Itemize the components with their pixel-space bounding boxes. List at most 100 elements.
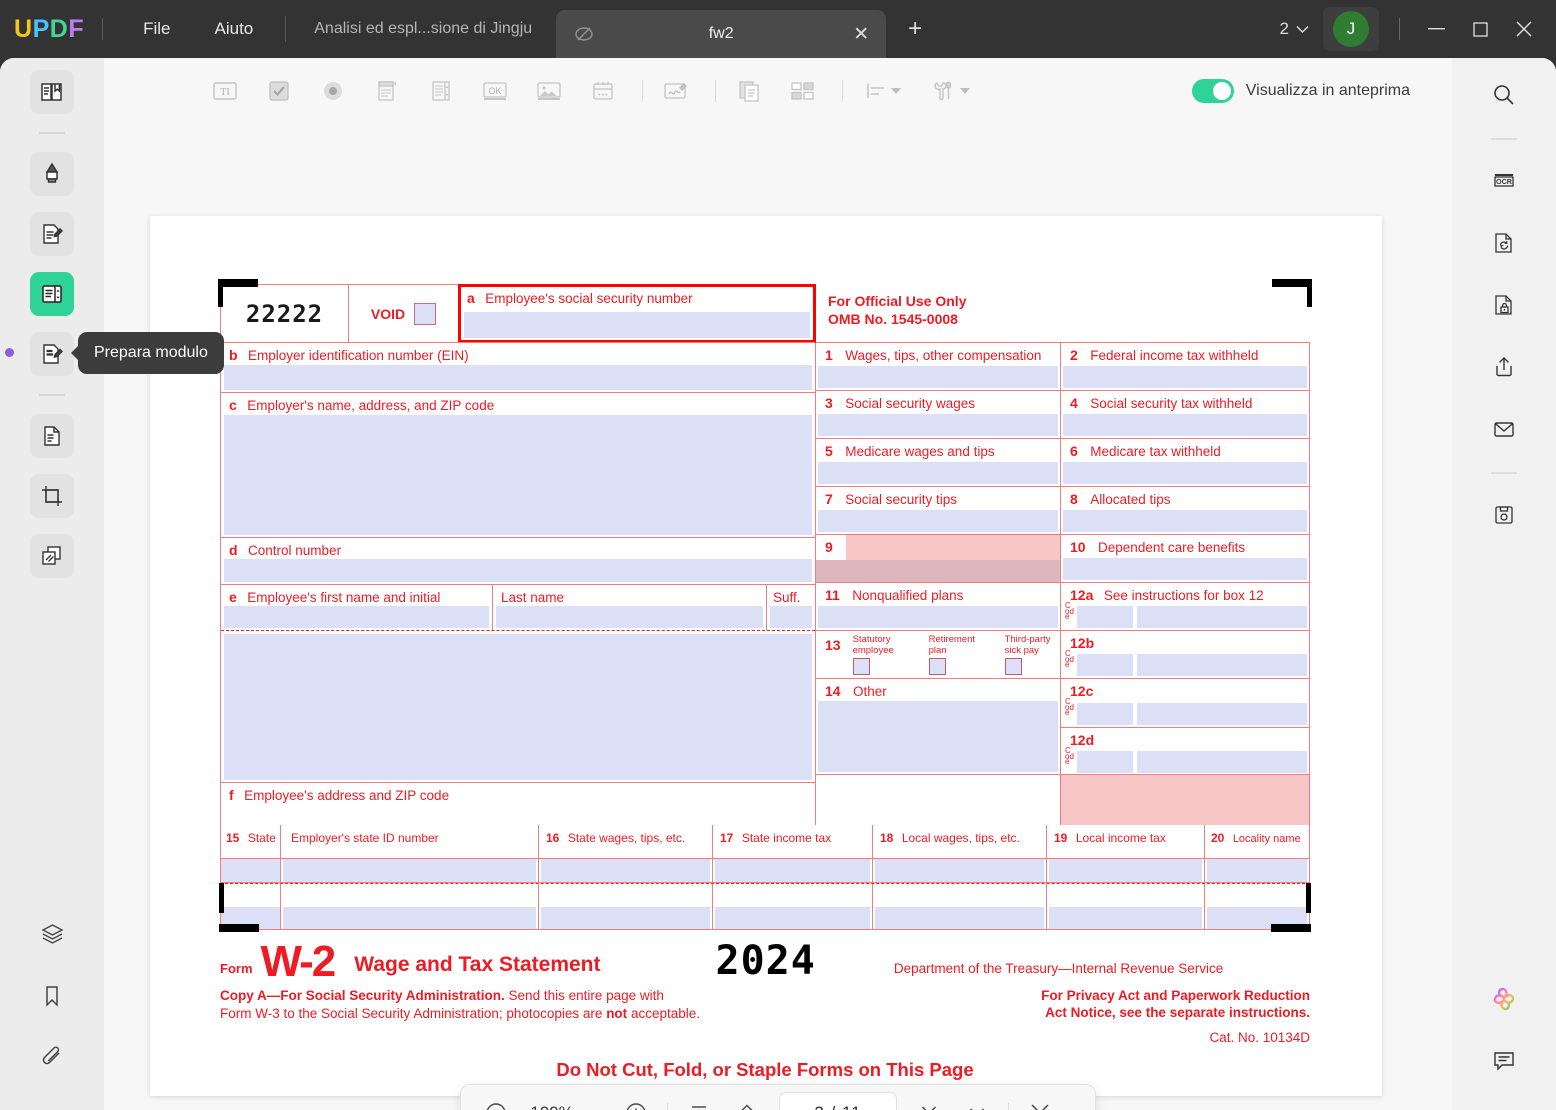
preview-toggle-group[interactable]: Visualizza in anteprima — [1191, 79, 1410, 103]
box-b-field[interactable] — [224, 365, 812, 390]
box-19-field-2[interactable] — [1049, 907, 1202, 929]
protect-button[interactable] — [1481, 282, 1527, 328]
box-12b-amount-field[interactable] — [1137, 654, 1307, 676]
statutory-employee-checkbox[interactable] — [852, 658, 870, 675]
ocr-button[interactable]: OCR — [1481, 158, 1527, 204]
close-window-button[interactable] — [1502, 12, 1546, 46]
box-3-field[interactable] — [818, 414, 1058, 436]
share-button[interactable] — [1481, 344, 1527, 390]
maximize-button[interactable] — [1458, 12, 1502, 46]
tab-jingju[interactable]: Analisi ed espl...sione di Jingju — [296, 20, 550, 38]
checkbox-tool[interactable] — [258, 70, 300, 112]
box-17-field-2[interactable] — [715, 907, 870, 929]
box-d-field[interactable] — [224, 559, 812, 582]
align-tool[interactable] — [855, 70, 911, 112]
box-5-field[interactable] — [818, 462, 1058, 484]
sidebar-item-batch[interactable] — [30, 534, 74, 578]
sidebar-item-annotate[interactable] — [30, 152, 74, 196]
box-18-field-2[interactable] — [875, 907, 1044, 929]
last-name-field[interactable] — [496, 606, 763, 628]
suffix-field[interactable] — [770, 606, 812, 628]
sidebar-item-attachments[interactable] — [30, 1036, 74, 1080]
zoom-in-button[interactable] — [615, 1092, 657, 1110]
tab-order-tool[interactable] — [782, 70, 824, 112]
box-7-field[interactable] — [818, 510, 1058, 532]
box-10-field[interactable] — [1063, 558, 1307, 580]
box-2-field[interactable] — [1063, 366, 1307, 388]
ai-assistant-button[interactable] — [1481, 976, 1527, 1022]
box-12d-amount-field[interactable] — [1137, 751, 1307, 773]
dropdown-tool[interactable] — [366, 70, 408, 112]
account-button[interactable]: J — [1323, 7, 1379, 51]
box-12a-code-field[interactable] — [1077, 606, 1133, 628]
box-17-field[interactable] — [715, 859, 870, 882]
box-a-field[interactable] — [464, 312, 810, 338]
convert-button[interactable] — [1481, 220, 1527, 266]
third-party-sick-pay-checkbox[interactable] — [1004, 658, 1022, 675]
box-16-field-2[interactable] — [541, 907, 710, 929]
close-pagebar-button[interactable] — [1019, 1092, 1061, 1110]
tab-fw2[interactable]: fw2 ✕ — [556, 10, 887, 58]
preview-switch[interactable] — [1191, 79, 1234, 103]
sidebar-item-fill-sign[interactable] — [30, 332, 74, 376]
box-12c-amount-field[interactable] — [1137, 703, 1307, 725]
radio-button-tool[interactable] — [312, 70, 354, 112]
sidebar-item-bookmarks[interactable] — [30, 974, 74, 1018]
first-page-button[interactable] — [678, 1092, 720, 1110]
box-c-field[interactable] — [224, 415, 812, 535]
next-page-button[interactable] — [908, 1092, 950, 1110]
image-field-tool[interactable] — [528, 70, 570, 112]
pdf-page[interactable]: 22222 VOID a Employee's social security … — [150, 216, 1382, 1096]
comments-button[interactable] — [1481, 1038, 1527, 1084]
tab-count-dropdown[interactable]: 2 — [1272, 15, 1317, 43]
menu-help[interactable]: Aiuto — [193, 13, 276, 45]
box-1-field[interactable] — [818, 366, 1058, 388]
box-16-field[interactable] — [541, 859, 710, 882]
sidebar-item-edit-pdf[interactable] — [30, 212, 74, 256]
box-12a-amount-field[interactable] — [1137, 606, 1307, 628]
duplicate-fields-tool[interactable] — [728, 70, 770, 112]
page-number-input[interactable]: 2 / 11 — [779, 1092, 897, 1110]
box-12d-code-field[interactable] — [1077, 751, 1133, 773]
form-settings-tool[interactable] — [923, 70, 979, 112]
last-page-button[interactable] — [956, 1092, 998, 1110]
box-6-field[interactable] — [1063, 462, 1307, 484]
retirement-plan-checkbox[interactable] — [928, 658, 946, 675]
close-icon[interactable]: ✕ — [846, 19, 876, 49]
zoom-out-button[interactable] — [475, 1092, 517, 1110]
sidebar-item-crop[interactable] — [30, 474, 74, 518]
box-11-field[interactable] — [818, 606, 1058, 628]
box-12b-code-field[interactable] — [1077, 654, 1133, 676]
text-field-tool[interactable]: TI — [204, 70, 246, 112]
sidebar-item-organize-pages[interactable] — [30, 414, 74, 458]
box-20-field[interactable] — [1207, 859, 1307, 882]
box-e-first-name-field[interactable] — [224, 606, 489, 628]
employee-address-field[interactable] — [224, 634, 812, 780]
search-button[interactable] — [1481, 72, 1527, 118]
box-15-state-field[interactable] — [221, 859, 280, 882]
employer-state-id-field[interactable] — [283, 859, 536, 882]
box-14-field[interactable] — [818, 701, 1058, 772]
minimize-button[interactable] — [1414, 12, 1458, 46]
date-field-tool[interactable] — [582, 70, 624, 112]
document-viewport[interactable]: 22222 VOID a Employee's social security … — [104, 124, 1452, 1110]
box-4-field[interactable] — [1063, 414, 1307, 436]
void-checkbox[interactable] — [414, 302, 437, 325]
menu-file[interactable]: File — [121, 13, 192, 45]
signature-field-tool[interactable] — [655, 70, 697, 112]
zoom-level-value[interactable]: 100% — [520, 1103, 584, 1110]
prev-page-button[interactable] — [726, 1092, 768, 1110]
sidebar-item-prepare-form[interactable] — [30, 272, 74, 316]
save-as-button[interactable] — [1481, 492, 1527, 538]
box-18-field[interactable] — [875, 859, 1044, 882]
employer-state-id-field-2[interactable] — [283, 907, 536, 929]
sidebar-item-reader[interactable] — [30, 70, 74, 114]
email-button[interactable] — [1481, 406, 1527, 452]
push-button-tool[interactable]: OK — [474, 70, 516, 112]
box-8-field[interactable] — [1063, 510, 1307, 532]
box-12c-code-field[interactable] — [1077, 703, 1133, 725]
list-box-tool[interactable] — [420, 70, 462, 112]
box-19-field[interactable] — [1049, 859, 1202, 882]
sidebar-item-layers[interactable] — [30, 912, 74, 956]
new-tab-button[interactable]: + — [898, 12, 932, 46]
